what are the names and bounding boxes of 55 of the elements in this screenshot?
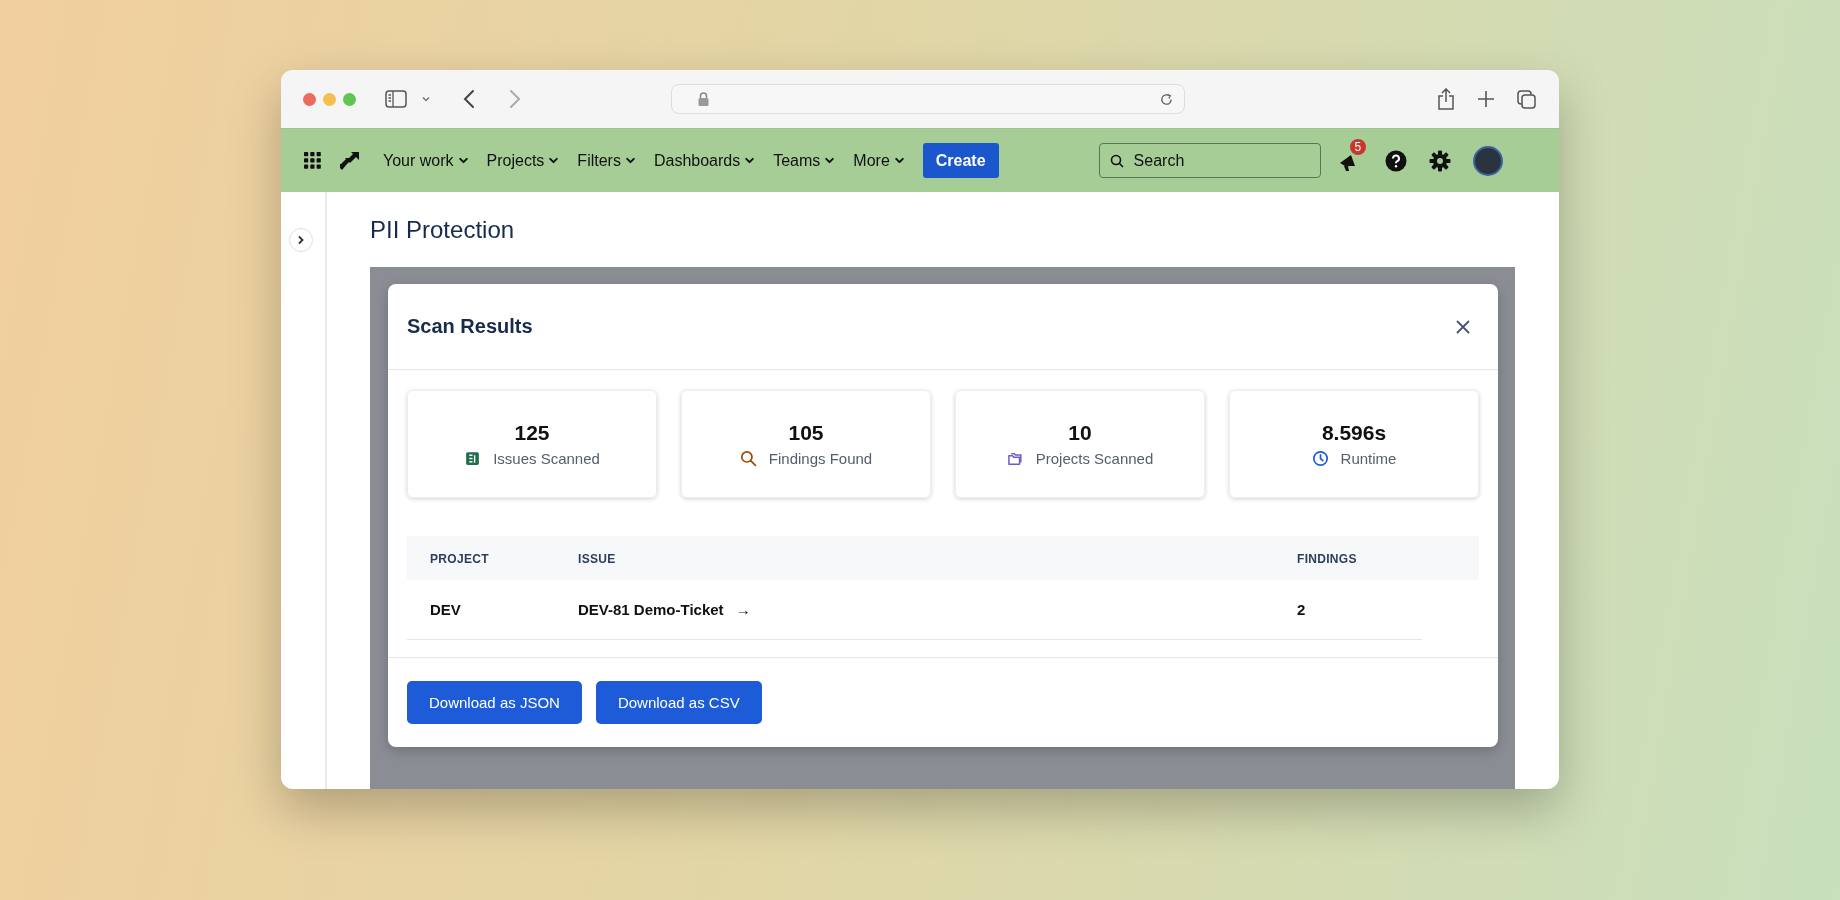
lock-icon — [698, 92, 709, 106]
download-button[interactable]: Download as CSV — [595, 681, 762, 724]
create-button[interactable]: Create — [922, 143, 999, 178]
download-button[interactable]: Download as JSON — [407, 681, 582, 724]
page-title: PII Protection — [370, 216, 516, 244]
close-window-button[interactable] — [303, 92, 316, 106]
nav-menu[interactable]: Your work — [383, 151, 469, 170]
nav-menu[interactable]: Dashboards — [653, 151, 756, 170]
stat-label: Projects Scanned — [1035, 450, 1154, 467]
search-field[interactable]: Search — [1098, 143, 1321, 178]
chevron-right-icon — [297, 235, 305, 245]
chevron-down-icon — [624, 155, 636, 166]
table-cell: DEV — [430, 600, 461, 618]
search-icon — [739, 450, 757, 467]
plus-icon[interactable] — [1477, 88, 1495, 110]
help-icon[interactable] — [1384, 149, 1407, 172]
table-cell: 2 — [1297, 600, 1306, 618]
app-grid-icon[interactable] — [304, 152, 321, 169]
share-icon[interactable] — [1437, 88, 1455, 110]
notification-badge: 5 — [1349, 138, 1367, 155]
column-header: FINDINGS — [1297, 552, 1357, 566]
back-icon[interactable] — [463, 89, 475, 109]
close-icon — [1456, 319, 1470, 334]
nav-menu[interactable]: More — [853, 151, 905, 170]
settings-icon[interactable] — [1428, 149, 1451, 172]
chevron-down-icon — [744, 155, 756, 166]
chevron-down-icon — [893, 155, 905, 166]
stat-label: Runtime — [1340, 450, 1397, 467]
column-header: PROJECT — [430, 552, 489, 566]
chevron-down-icon — [548, 155, 560, 166]
nav-menu[interactable]: Filters — [577, 151, 636, 170]
column-header: ISSUE — [578, 552, 616, 566]
dialog-title: Scan Results — [407, 315, 533, 338]
stat-value: 105 — [788, 421, 824, 445]
stat-value: 10 — [1068, 421, 1092, 445]
clock-icon — [1311, 450, 1329, 467]
reload-icon[interactable] — [1159, 91, 1174, 107]
stat-label: Findings Found — [768, 450, 873, 467]
nav-menu[interactable]: Projects — [486, 151, 560, 170]
arrow-link[interactable]: → — [735, 601, 751, 618]
expand-sidebar-button[interactable] — [289, 228, 313, 252]
chevron-down-icon[interactable] — [421, 94, 431, 104]
search-icon — [1109, 154, 1124, 168]
chevron-down-icon — [457, 155, 469, 166]
nav-menu[interactable]: Teams — [773, 151, 836, 170]
stat-label: Issues Scanned — [493, 450, 600, 467]
sidebar-icon[interactable] — [385, 90, 407, 108]
avatar[interactable] — [1472, 145, 1503, 176]
chevron-down-icon — [824, 155, 836, 166]
stat-value: 125 — [514, 421, 550, 445]
stat-value: 8.596s — [1321, 421, 1387, 445]
document-icon — [464, 450, 482, 467]
folders-icon — [1006, 450, 1024, 467]
tabs-icon[interactable] — [1517, 88, 1537, 110]
issue-link[interactable]: DEV-81 Demo-Ticket — [578, 601, 724, 618]
